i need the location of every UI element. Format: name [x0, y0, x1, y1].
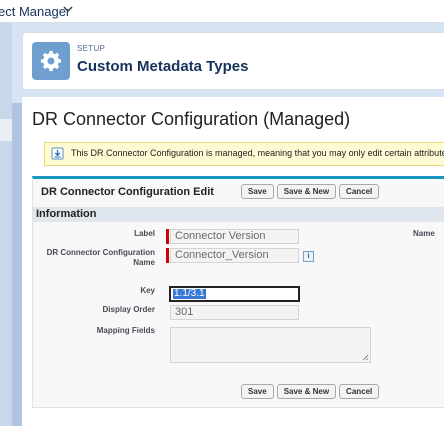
app-name: ect Manager: [0, 4, 71, 19]
save-button[interactable]: Save: [241, 384, 274, 399]
bottom-button-row: Save Save & New Cancel: [241, 384, 380, 399]
name-right-label: Name: [413, 229, 435, 238]
main-content: DR Connector Configuration (Managed) Thi…: [22, 97, 444, 426]
name-field[interactable]: Connector_Version: [170, 248, 299, 263]
notice-icon: [51, 147, 64, 163]
top-bar: ect Manager: [0, 0, 444, 23]
left-nav-strip: [0, 23, 12, 426]
key-value: 1.1/3.1: [173, 288, 206, 299]
save-new-button[interactable]: Save & New: [276, 384, 337, 399]
page-title: DR Connector Configuration (Managed): [32, 109, 351, 129]
name-field-label: DR Connector Configuration Name: [46, 248, 155, 267]
cancel-button[interactable]: Cancel: [339, 184, 380, 199]
setup-title: Custom Metadata Types: [77, 58, 249, 75]
managed-notice: This DR Connector Configuration is manag…: [44, 142, 444, 166]
resize-handle-icon[interactable]: [362, 354, 369, 361]
display-order-field[interactable]: 301: [170, 305, 299, 320]
setup-label: SETUP: [77, 44, 106, 53]
notice-text: This DR Connector Configuration is manag…: [71, 148, 444, 158]
mapping-fields-textarea[interactable]: [170, 327, 371, 363]
key-input[interactable]: 1.1/3.1: [169, 286, 300, 302]
setup-header: SETUP Custom Metadata Types: [22, 32, 444, 90]
save-new-button[interactable]: Save & New: [276, 184, 337, 199]
label-field-label: Label: [134, 229, 155, 238]
cancel-button[interactable]: Cancel: [339, 384, 380, 399]
required-indicator: [166, 229, 169, 244]
gear-icon: [32, 42, 70, 80]
section-information: Information: [33, 207, 444, 222]
display-order-label: Display Order: [102, 305, 155, 314]
form-title: DR Connector Configuration Edit: [41, 186, 214, 198]
top-button-row: Save Save & New Cancel: [241, 184, 380, 199]
key-field-label: Key: [140, 286, 155, 295]
info-icon[interactable]: i: [303, 251, 314, 262]
save-button[interactable]: Save: [241, 184, 274, 199]
chevron-down-icon[interactable]: [62, 3, 74, 18]
edit-form: DR Connector Configuration Edit Save Sav…: [32, 176, 444, 408]
required-indicator: [166, 248, 169, 263]
label-field[interactable]: Connector Version: [170, 229, 299, 244]
section-title: Information: [36, 208, 97, 220]
mapping-fields-label: Mapping Fields: [96, 326, 155, 335]
